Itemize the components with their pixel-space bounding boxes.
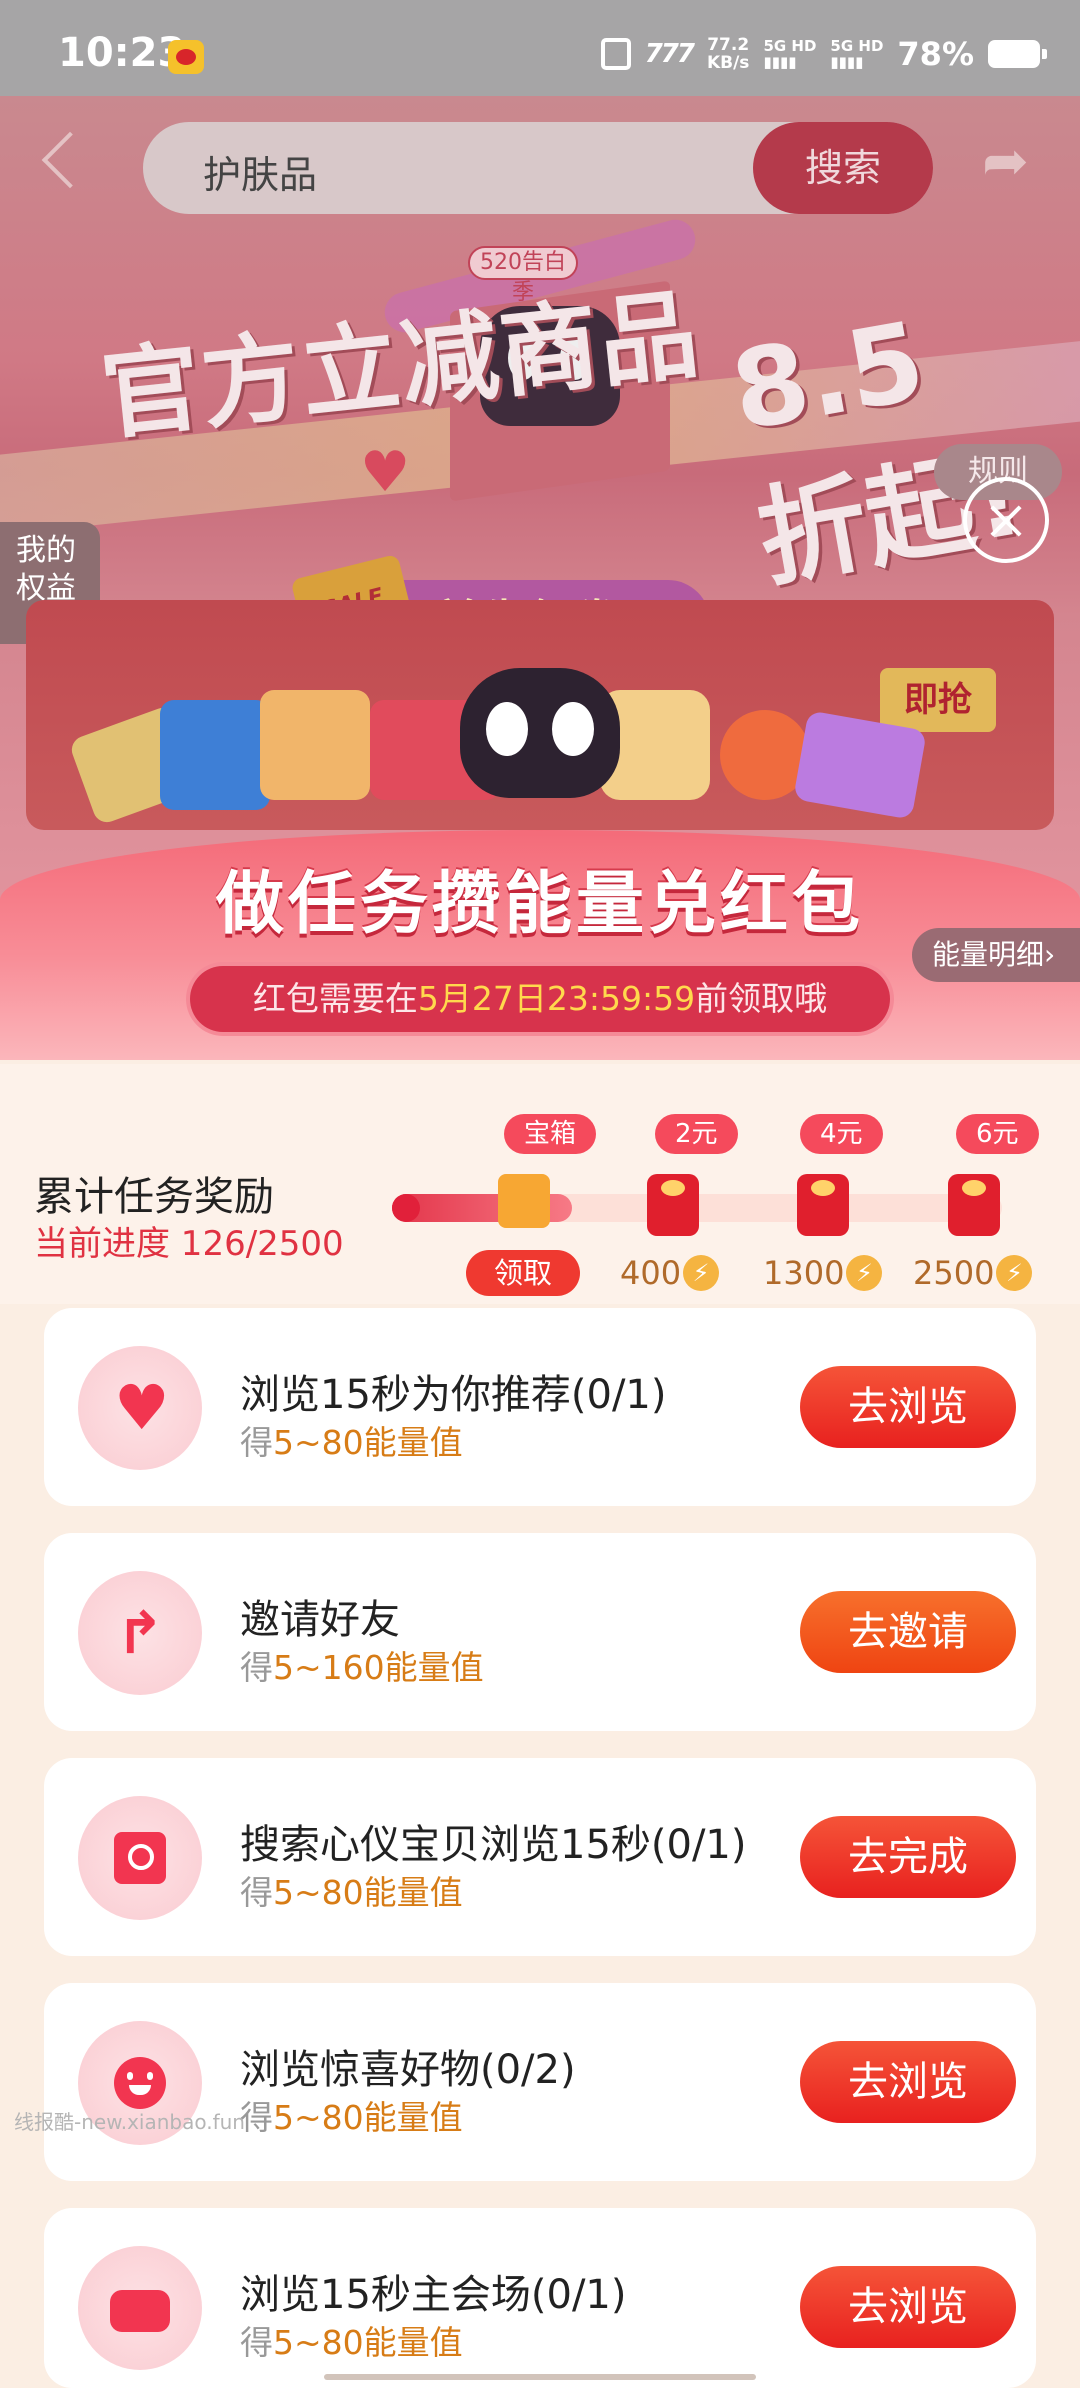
progress-section: 累计任务奖励 当前进度 126/2500 宝箱 领取 2元 400 ⚡ 4元 13…	[0, 1064, 1080, 1304]
task-card: ↱ 邀请好友 得5~160能量值 去邀请	[44, 1533, 1036, 1731]
battery-icon	[988, 40, 1047, 68]
status-indicators: 777 77.2 KB/s 5G HD ▮▮▮▮ 5G HD ▮▮▮▮ 78%	[600, 32, 1047, 76]
task-reward: 得5~80能量值	[240, 2323, 463, 2362]
heart-decoration-icon: ♥	[360, 440, 411, 505]
grab-coupon-button[interactable]: 即抢	[880, 668, 996, 732]
task-title: 搜索心仪宝贝浏览15秒(0/1)	[240, 1822, 747, 1868]
heart-icon: ♥	[114, 1371, 170, 1444]
chevron-right-icon: ›	[1044, 938, 1056, 971]
signal-2-icon: 5G HD ▮▮▮▮	[830, 37, 884, 71]
task-title: 浏览惊喜好物(0/2)	[240, 2047, 576, 2093]
progress-knob	[392, 1194, 420, 1222]
progress-status: 当前进度 126/2500	[34, 1224, 344, 1264]
claim-button[interactable]: 领取	[466, 1250, 580, 1296]
task-card: ♥ 浏览15秒为你推荐(0/1) 得5~80能量值 去浏览	[44, 1308, 1036, 1506]
milestone-6: 6元	[956, 1114, 1039, 1154]
milestone-2: 2元	[655, 1114, 738, 1154]
task-action-button[interactable]: 去浏览	[800, 1366, 1016, 1448]
task-card: 浏览惊喜好物(0/2) 得5~80能量值 去浏览	[44, 1983, 1036, 2181]
milestone-4: 4元	[800, 1114, 883, 1154]
signal-1-icon: 5G HD ▮▮▮▮	[763, 37, 817, 71]
status-bar: 10:23 777 77.2 KB/s 5G HD ▮▮▮▮ 5G HD ▮▮▮▮ 7…	[0, 0, 1080, 96]
energy-detail-button[interactable]: 能量明细›	[912, 928, 1080, 982]
red-envelope-icon	[948, 1174, 1000, 1236]
task-icon-circle	[78, 2246, 202, 2370]
task-icon-circle	[78, 1796, 202, 1920]
milestone-4-energy: 1300 ⚡	[763, 1254, 883, 1292]
task-reward: 得5~160能量值	[240, 1648, 484, 1687]
task-reward: 得5~80能量值	[240, 2098, 463, 2137]
energy-bolt-icon: ⚡	[683, 1255, 720, 1291]
home-indicator[interactable]	[324, 2374, 756, 2380]
task-title: 浏览15秒主会场(0/1)	[240, 2272, 627, 2318]
task-action-button[interactable]: 去完成	[800, 1816, 1016, 1898]
shopping-bag-search-icon	[114, 1832, 166, 1884]
vibrate-icon	[600, 38, 631, 70]
task-card: 搜索心仪宝贝浏览15秒(0/1) 得5~80能量值 去完成	[44, 1758, 1036, 1956]
task-reward: 得5~80能量值	[240, 1873, 463, 1912]
watermark: 线报酷-new.xianbao.fun	[14, 2110, 245, 2134]
status-time: 10:23	[58, 30, 186, 76]
energy-bolt-icon: ⚡	[996, 1255, 1033, 1291]
share-arrow-icon: ↱	[115, 1599, 165, 1667]
nfc-icon: 777	[644, 39, 695, 69]
search-input[interactable]: 护肤品	[203, 144, 317, 199]
treasure-chest-icon[interactable]	[498, 1174, 550, 1228]
task-icon-circle: ↱	[78, 1571, 202, 1695]
shopping-bag-illustration	[160, 700, 270, 810]
milestone-chest: 宝箱	[504, 1114, 597, 1154]
red-envelope-icon	[647, 1174, 699, 1236]
milestone-2-energy: 400 ⚡	[620, 1254, 720, 1292]
yen-coin-illustration	[260, 690, 370, 800]
battery-percent: 78%	[897, 35, 974, 73]
smile-icon	[114, 2057, 166, 2109]
task-card: 浏览15秒主会场(0/1) 得5~80能量值 去浏览	[44, 2208, 1036, 2388]
deadline-notice: 红包需要在5月27日23:59:59前领取哦	[190, 966, 890, 1032]
red-envelope-icon	[797, 1174, 849, 1236]
diamond-illustration	[793, 710, 927, 820]
network-speed: 77.2 KB/s	[706, 35, 750, 73]
task-action-button[interactable]: 去邀请	[800, 1591, 1016, 1673]
close-icon[interactable]	[963, 477, 1049, 563]
task-title: 浏览15秒为你推荐(0/1)	[240, 1372, 667, 1418]
task-action-button[interactable]: 去浏览	[800, 2041, 1016, 2123]
milestone-6-energy: 2500 ⚡	[913, 1254, 1033, 1292]
task-title: 邀请好友	[240, 1597, 400, 1643]
promo-discount: 8.5 折起!	[723, 298, 1033, 604]
tmall-icon	[110, 2290, 170, 2332]
progress-title: 累计任务奖励	[34, 1174, 274, 1220]
energy-bolt-icon: ⚡	[846, 1255, 883, 1291]
weibo-notification-icon	[168, 40, 204, 74]
back-arrow-icon[interactable]	[41, 131, 99, 189]
search-button[interactable]: 搜索	[753, 122, 933, 214]
tmall-cat-mascot	[460, 668, 620, 798]
task-icon-circle: ♥	[78, 1346, 202, 1470]
share-icon[interactable]: ➦	[982, 134, 1042, 190]
task-reward: 得5~80能量值	[240, 1423, 463, 1462]
task-action-button[interactable]: 去浏览	[800, 2266, 1016, 2348]
task-panel-title: 做任务攒能量兑红包	[215, 865, 864, 944]
search-bar[interactable]: 护肤品 搜索	[143, 122, 933, 214]
